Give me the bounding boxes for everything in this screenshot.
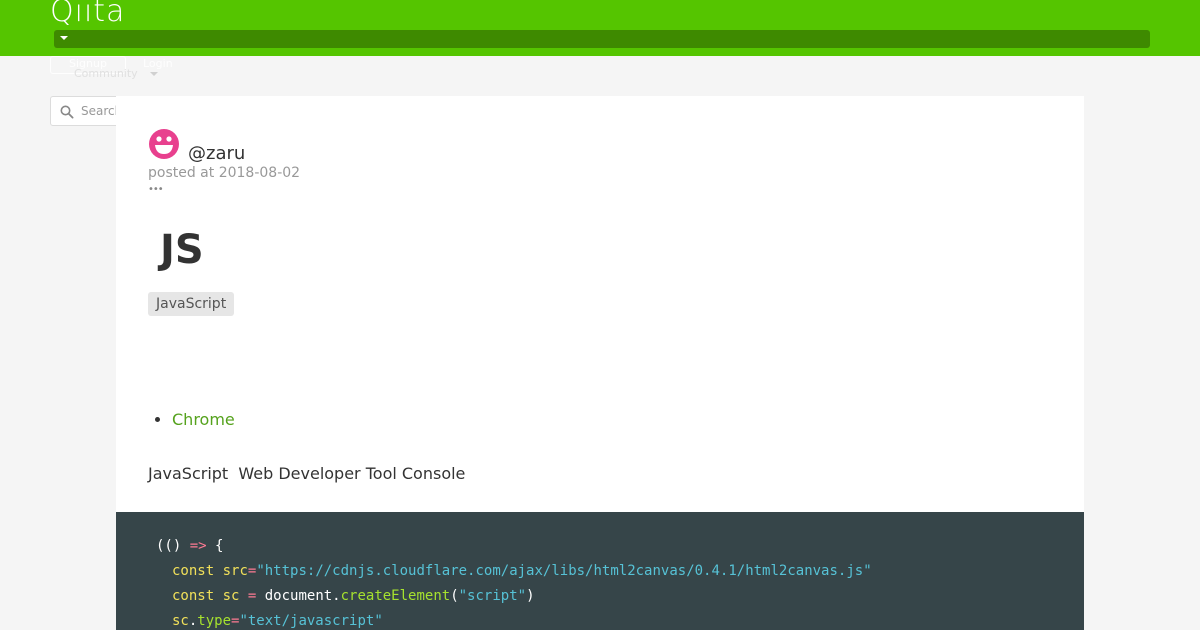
code-token: ): [526, 588, 535, 604]
top-header: Qiita: [0, 0, 1200, 56]
code-token: const: [172, 563, 215, 579]
login-link[interactable]: Login: [143, 57, 173, 71]
code-token: =: [239, 588, 265, 604]
article-list: Chrome: [148, 408, 235, 432]
article-title: JS: [160, 227, 204, 273]
code-token: createElement: [340, 588, 451, 604]
code-token: type: [197, 613, 232, 629]
code-line-1: (() => {: [156, 536, 223, 556]
more-options-icon[interactable]: •••: [148, 185, 164, 195]
code-token: sc: [222, 588, 240, 604]
code-token: =>: [181, 538, 216, 554]
chrome-link[interactable]: Chrome: [172, 410, 235, 429]
code-token: "https://cdnjs.cloudflare.com/ajax/libs/…: [256, 563, 872, 579]
code-token: document.: [264, 588, 341, 604]
code-token: src: [222, 563, 248, 579]
code-token: {: [215, 538, 224, 554]
code-token: const: [172, 588, 215, 604]
code-token: "text/javascript": [239, 613, 383, 629]
code-line-4: sc.type="text/javascript": [172, 611, 383, 630]
code-token: ((): [156, 538, 182, 554]
list-item: Chrome: [172, 408, 235, 432]
posted-date: posted at 2018-08-02: [148, 165, 301, 181]
smiley-avatar-icon[interactable]: [148, 128, 180, 160]
code-line-3: const sc = document.createElement("scrip…: [172, 586, 535, 606]
community-caret-icon[interactable]: [150, 72, 158, 76]
search-icon: [60, 105, 74, 119]
author-name[interactable]: @zaru: [188, 143, 245, 165]
caret-down-icon[interactable]: [60, 36, 68, 40]
code-token: sc: [172, 613, 189, 629]
qiita-logo[interactable]: Qiita: [50, 0, 125, 30]
code-token: "script": [458, 588, 527, 604]
nav-bar[interactable]: [54, 30, 1150, 48]
code-line-2: const src="https://cdnjs.cloudflare.com/…: [172, 561, 872, 581]
article-card: @zaru posted at 2018-08-02 ••• JS JavaSc…: [116, 96, 1084, 630]
community-menu[interactable]: Community: [74, 67, 138, 81]
code-block: (() => { const src="https://cdnjs.cloudf…: [116, 512, 1084, 630]
tag-javascript[interactable]: JavaScript: [148, 292, 235, 316]
code-token: (: [450, 588, 459, 604]
article-paragraph: JavaScript Web Developer Tool Console: [148, 464, 466, 483]
